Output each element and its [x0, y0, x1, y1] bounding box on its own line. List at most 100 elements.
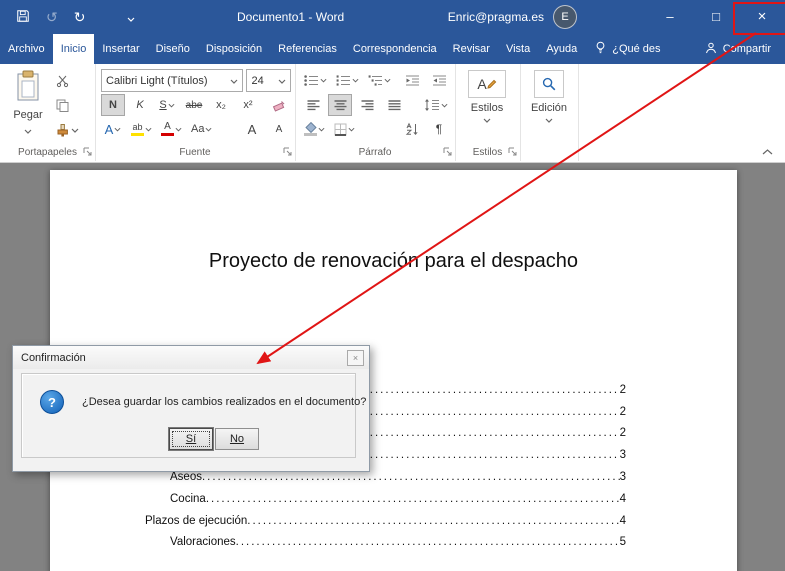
line-spacing-button[interactable] [421, 94, 451, 116]
account-area[interactable]: Enric@pragma.es E [448, 0, 577, 34]
paragraph-dialog-launcher-icon[interactable] [443, 147, 452, 156]
tab-ayuda[interactable]: Ayuda [538, 34, 585, 64]
qat-customize-chevron-icon[interactable] [127, 10, 135, 24]
paste-button[interactable]: Pegar [7, 70, 49, 137]
collapse-ribbon-chevron-icon[interactable] [762, 149, 773, 155]
toc-page-number: 2 [620, 426, 626, 440]
shading-button[interactable] [301, 118, 328, 140]
clipboard-icon [15, 70, 41, 105]
clipboard-small-buttons [56, 73, 79, 138]
grow-font-button[interactable]: A [240, 118, 264, 140]
justify-button[interactable] [382, 94, 406, 116]
question-icon: ? [40, 390, 64, 414]
sort-button[interactable] [400, 118, 424, 140]
subscript-button[interactable]: x₂ [209, 94, 233, 116]
redo-icon[interactable]: ↻ [74, 10, 86, 24]
styles-icon: A [468, 70, 506, 98]
borders-button[interactable] [331, 118, 358, 140]
increase-indent-button[interactable] [427, 69, 451, 91]
align-center-button[interactable] [328, 94, 352, 116]
account-email: Enric@pragma.es [448, 10, 544, 24]
toc-entry-label: Plazos de ejecución [145, 514, 247, 528]
chevron-down-icon [278, 75, 286, 87]
align-left-button[interactable] [301, 94, 325, 116]
strikethrough-button[interactable]: abe [182, 94, 206, 116]
share-label: Compartir [723, 43, 771, 55]
format-painter-button[interactable] [56, 123, 79, 138]
tab-vista[interactable]: Vista [498, 34, 538, 64]
search-icon [534, 70, 564, 98]
bullet-list-button[interactable] [301, 69, 330, 91]
paste-chevron-icon [24, 125, 32, 137]
group-label-font: Fuente [95, 147, 295, 158]
group-paragraph: ¶ Párrafo [295, 64, 456, 161]
toc-page-number: 5 [620, 535, 626, 549]
editing-menu-button[interactable]: Edición [525, 70, 573, 123]
align-right-button[interactable] [355, 94, 379, 116]
lightbulb-icon [595, 41, 606, 57]
tab-correspondencia[interactable]: Correspondencia [345, 34, 445, 64]
quick-access-toolbar: ↺ ↻ [16, 0, 135, 34]
font-name-combo[interactable]: Calibri Light (Títulos) [101, 69, 243, 92]
font-dialog-launcher-icon[interactable] [283, 147, 292, 156]
shading-color-swatch [304, 133, 317, 136]
toc-row[interactable]: Valoraciones 5 [110, 528, 626, 550]
tab-insertar[interactable]: Insertar [94, 34, 147, 64]
clear-formatting-button[interactable] [267, 94, 291, 116]
toc-row[interactable]: Plazos de ejecución 4 [110, 506, 626, 528]
window-title: Documento1 - Word [237, 0, 344, 34]
styles-gallery-button[interactable]: A Estilos [460, 70, 514, 123]
dialog-close-icon[interactable]: × [347, 350, 364, 366]
toc-entry-label: Cocina [170, 492, 206, 506]
font-size-combo[interactable]: 24 [246, 69, 291, 92]
multilevel-list-button[interactable] [365, 69, 394, 91]
share-button[interactable]: Compartir [691, 34, 785, 64]
toc-row[interactable]: Cocina4 [110, 484, 626, 506]
numbered-list-button[interactable] [333, 69, 362, 91]
highlight-color-button[interactable]: ab [128, 118, 155, 140]
toc-entry-label: Valoraciones [170, 535, 236, 549]
styles-dialog-launcher-icon[interactable] [508, 147, 517, 156]
save-icon[interactable] [16, 9, 30, 25]
toc-page-number: 2 [620, 405, 626, 419]
yes-button[interactable]: Sí [169, 428, 213, 450]
undo-icon[interactable]: ↺ [46, 10, 58, 24]
tell-me-box[interactable]: ¿Qué des [585, 34, 670, 64]
document-heading[interactable]: Proyecto de renovación para el despacho [50, 170, 737, 273]
toc-dot-leader [202, 470, 620, 484]
annotation-highlight-box [733, 2, 785, 35]
tab-list: ArchivoInicioInsertarDiseñoDisposiciónRe… [0, 34, 585, 64]
toc-entry-label: Aseos [170, 470, 202, 484]
tab-inicio[interactable]: Inicio [53, 34, 95, 64]
tab-diseño[interactable]: Diseño [148, 34, 198, 64]
toc-page-number: 3 [620, 470, 626, 484]
change-case-button[interactable]: Aa [188, 118, 215, 140]
toc-page-number: 2 [620, 383, 626, 397]
bold-button[interactable]: N [101, 94, 125, 116]
tab-revisar[interactable]: Revisar [445, 34, 498, 64]
dialog-titlebar[interactable]: Confirmación [13, 346, 369, 369]
toc-page-number: 4 [620, 514, 626, 528]
tab-archivo[interactable]: Archivo [0, 34, 53, 64]
minimize-button[interactable]: – [647, 0, 693, 33]
font-color-button[interactable]: A [158, 118, 185, 140]
tab-referencias[interactable]: Referencias [270, 34, 345, 64]
editing-button-label: Edición [531, 102, 567, 114]
underline-button[interactable]: S [155, 94, 179, 116]
decrease-indent-button[interactable] [400, 69, 424, 91]
cut-button[interactable] [56, 73, 79, 88]
copy-button[interactable] [56, 98, 79, 113]
group-editing: Edición [520, 64, 579, 161]
pilcrow-button[interactable]: ¶ [427, 118, 451, 140]
toc-dot-leader [206, 492, 620, 506]
italic-button[interactable]: K [128, 94, 152, 116]
avatar[interactable]: E [553, 5, 577, 29]
shrink-font-button[interactable]: A [267, 118, 291, 140]
text-effects-button[interactable]: A [101, 118, 125, 140]
superscript-button[interactable]: x² [236, 94, 260, 116]
clipboard-dialog-launcher-icon[interactable] [83, 147, 92, 156]
tab-disposición[interactable]: Disposición [198, 34, 270, 64]
ribbon: Pegar Portapapeles [0, 64, 785, 163]
no-button[interactable]: No [215, 428, 259, 450]
group-label-paragraph: Párrafo [295, 147, 455, 158]
